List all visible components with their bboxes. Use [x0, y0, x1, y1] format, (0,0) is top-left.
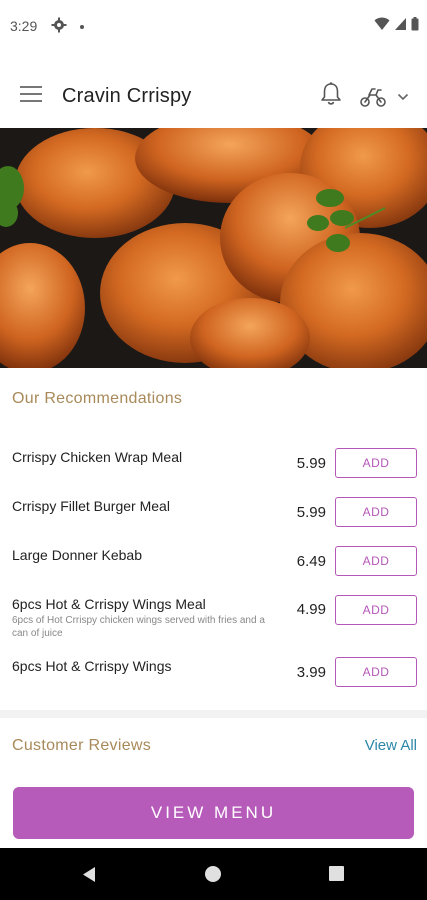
system-nav-bar [0, 848, 427, 900]
item-price: 4.99 [296, 601, 326, 618]
item-price: 5.99 [296, 455, 326, 472]
hero-image [0, 128, 427, 368]
add-button[interactable]: ADD [335, 595, 417, 625]
item-name: Large Donner Kebab [12, 547, 142, 563]
wifi-icon [374, 17, 390, 30]
item-price: 5.99 [296, 504, 326, 521]
item-name: 6pcs Hot & Crrispy Wings [12, 658, 172, 674]
fried-chicken-image [0, 128, 427, 368]
item-name: Crrispy Chicken Wrap Meal [12, 449, 183, 465]
scooter-icon[interactable] [360, 86, 386, 108]
item-description: 6pcs of Hot Crrispy chicken wings served… [12, 615, 265, 639]
add-button[interactable]: ADD [335, 546, 417, 576]
recents-icon[interactable] [329, 866, 344, 881]
battery-icon [411, 17, 419, 31]
status-bar: 3:29 [0, 0, 427, 56]
add-button[interactable]: ADD [335, 657, 417, 687]
home-icon[interactable] [205, 866, 221, 882]
gear-icon [51, 17, 67, 33]
recommendations-title: Our Recommendations [12, 390, 183, 407]
bell-icon[interactable] [318, 81, 344, 107]
item-name: 6pcs Hot & Crrispy Wings Meal [12, 596, 206, 612]
back-icon[interactable] [81, 866, 97, 883]
view-menu-button[interactable]: VIEW MENU [13, 787, 414, 839]
reviews-title: Customer Reviews [12, 737, 152, 754]
add-button[interactable]: ADD [335, 497, 417, 527]
status-time: 3:29 [10, 18, 38, 34]
notification-dot [80, 25, 84, 29]
app-title: Cravin Crrispy [62, 85, 192, 107]
menu-icon[interactable] [20, 86, 42, 102]
item-name: Crrispy Fillet Burger Meal [12, 498, 170, 514]
item-price: 3.99 [296, 664, 326, 681]
view-all-link[interactable]: View All [365, 737, 417, 754]
app-bar: Cravin Crrispy [0, 56, 427, 128]
item-price: 6.49 [296, 553, 326, 570]
signal-icon [395, 18, 406, 30]
section-divider [0, 710, 427, 718]
add-button[interactable]: ADD [335, 448, 417, 478]
chevron-down-icon[interactable] [397, 92, 409, 102]
status-icons [374, 17, 419, 31]
